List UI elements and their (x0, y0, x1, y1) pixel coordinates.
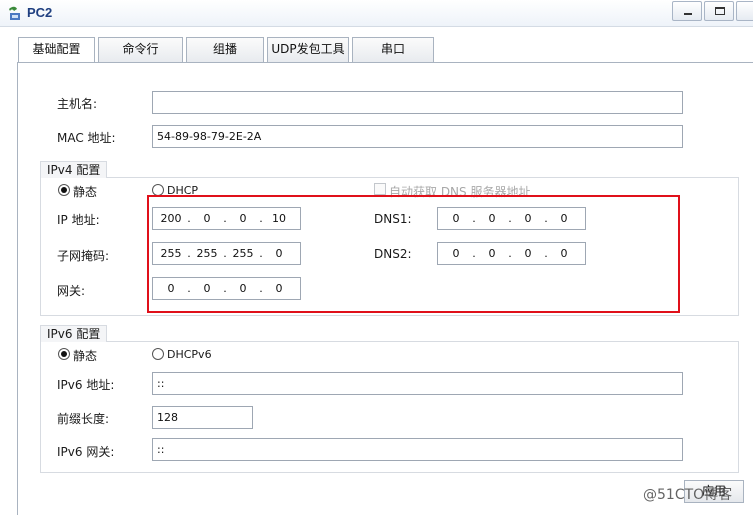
ipv4-dhcp-radio[interactable] (152, 184, 164, 196)
ipv6-gateway-field[interactable]: :: (152, 438, 683, 461)
ip-dot: . (187, 212, 191, 225)
ipv6-gateway-label: IPv6 网关: (57, 445, 115, 459)
ip-dot: . (472, 247, 476, 260)
mac-field[interactable]: 54-89-98-79-2E-2A (152, 125, 683, 148)
ipv4-static-label: 静态 (73, 185, 98, 199)
tab-command-line[interactable]: 命令行 (98, 37, 183, 62)
ip-dot: . (544, 247, 548, 260)
ipv6-group-title: IPv6 配置 (40, 325, 108, 342)
ip-octet: 200 (160, 212, 182, 225)
ip-octet: 0 (167, 282, 175, 295)
tab-serial[interactable]: 串口 (352, 37, 434, 62)
ip-octet: 255 (160, 247, 182, 260)
ip-octet: 0 (524, 247, 532, 260)
prefix-length-field[interactable]: 128 (152, 406, 253, 429)
close-button[interactable] (736, 1, 753, 21)
maximize-icon (715, 7, 725, 15)
ip-dot: . (544, 212, 548, 225)
ipv6-static-label: 静态 (73, 349, 98, 363)
ipv6-static-radio[interactable] (58, 348, 70, 360)
title-bar: PC2 (0, 0, 753, 27)
ipv4-static-radio[interactable] (58, 184, 70, 196)
minimize-icon (684, 13, 692, 15)
ip-octet: 0 (560, 212, 568, 225)
ip-octet: 0 (452, 247, 460, 260)
prefix-length-label: 前缀长度: (57, 412, 110, 426)
ip-octet: 0 (524, 212, 532, 225)
ipv4-dhcp-label: DHCP (167, 184, 199, 197)
ip-octet: 0 (452, 212, 460, 225)
dns1-field[interactable]: 0 . 0 . 0 . 0 (437, 207, 586, 230)
ip-octet: 255 (196, 247, 218, 260)
ip-dot: . (508, 247, 512, 260)
ip-octet: 0 (488, 212, 496, 225)
ip-octet: 0 (203, 282, 211, 295)
gateway-field[interactable]: 0 . 0 . 0 . 0 (152, 277, 301, 300)
dns1-label: DNS1: (374, 212, 412, 226)
ip-dot: . (223, 212, 227, 225)
ip-address-field[interactable]: 200 . 0 . 0 . 10 (152, 207, 301, 230)
ip-dot: . (259, 212, 263, 225)
ip-dot: . (223, 282, 227, 295)
tab-udp-tool[interactable]: UDP发包工具 (267, 37, 349, 62)
dns2-field[interactable]: 0 . 0 . 0 . 0 (437, 242, 586, 265)
ip-octet: 0 (239, 282, 247, 295)
ip-octet: 0 (275, 282, 283, 295)
ip-octet: 255 (232, 247, 254, 260)
ipv4-group-title: IPv4 配置 (40, 161, 108, 178)
ipv6-dhcp-radio[interactable] (152, 348, 164, 360)
maximize-button[interactable] (704, 1, 734, 21)
ipv6-address-field[interactable]: :: (152, 372, 683, 395)
auto-dns-checkbox[interactable] (374, 183, 386, 195)
ip-address-label: IP 地址: (57, 213, 100, 227)
dns2-label: DNS2: (374, 247, 412, 261)
ip-dot: . (187, 282, 191, 295)
ip-dot: . (259, 282, 263, 295)
gateway-label: 网关: (57, 284, 86, 298)
ip-dot: . (223, 247, 227, 260)
ip-dot: . (472, 212, 476, 225)
hostname-field[interactable] (152, 91, 683, 114)
window-title: PC2 (27, 5, 53, 20)
ip-octet: 0 (560, 247, 568, 260)
pc-icon (6, 5, 24, 23)
ip-dot: . (508, 212, 512, 225)
ip-dot: . (259, 247, 263, 260)
subnet-mask-label: 子网掩码: (57, 249, 110, 263)
ip-dot: . (187, 247, 191, 260)
tab-multicast[interactable]: 组播 (186, 37, 264, 62)
ip-octet: 10 (272, 212, 286, 225)
subnet-mask-field[interactable]: 255 . 255 . 255 . 0 (152, 242, 301, 265)
ip-octet: 0 (239, 212, 247, 225)
ip-octet: 0 (275, 247, 283, 260)
minimize-button[interactable] (672, 1, 702, 21)
tab-basic-config[interactable]: 基础配置 (18, 37, 95, 63)
watermark: @51CTO博客 (643, 487, 733, 503)
mac-label: MAC 地址: (57, 131, 116, 145)
auto-dns-label: 自动获取 DNS 服务器地址 (389, 185, 531, 199)
ipv6-address-label: IPv6 地址: (57, 378, 115, 392)
ipv6-dhcp-label: DHCPv6 (167, 348, 212, 361)
ip-octet: 0 (488, 247, 496, 260)
hostname-label: 主机名: (57, 97, 98, 111)
ip-octet: 0 (203, 212, 211, 225)
